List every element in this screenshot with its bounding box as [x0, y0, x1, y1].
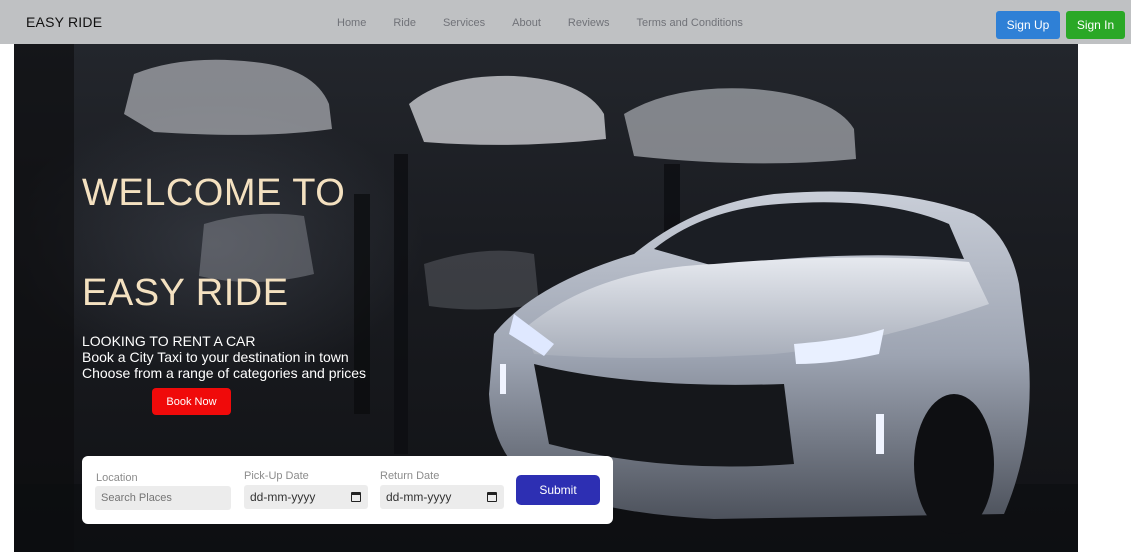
nav-link-home[interactable]: Home — [337, 17, 366, 29]
nav-link-ride[interactable]: Ride — [393, 17, 416, 29]
tagline-line: Book a City Taxi to your destination in … — [82, 349, 349, 365]
brand-logo[interactable]: EASY RIDE — [26, 14, 102, 30]
submit-button[interactable]: Submit — [516, 475, 600, 505]
hero-title-line1: WELCOME TO — [82, 172, 346, 214]
hero-tagline: LOOKING TO RENT A CAR Book a City Taxi t… — [82, 333, 366, 381]
nav-link-about[interactable]: About — [512, 17, 541, 29]
hero-banner: WELCOME TO EASY RIDE LOOKING TO RENT A C… — [14, 44, 1078, 552]
tagline-line: Choose from a range of categories and pr… — [82, 365, 367, 381]
booking-form: Location Pick-Up Date dd-mm-yyyy Return … — [82, 456, 613, 524]
sign-up-button[interactable]: Sign Up — [996, 11, 1060, 39]
return-date-input[interactable]: dd-mm-yyyy — [380, 485, 504, 509]
tagline-line: LOOKING TO RENT A CAR — [82, 333, 256, 349]
return-date-label: Return Date — [380, 470, 440, 482]
hero-title-line2: EASY RIDE — [82, 272, 289, 314]
location-label: Location — [96, 472, 138, 484]
pickup-date-value: dd-mm-yyyy — [250, 490, 316, 504]
nav-links: Home Ride Services About Reviews Terms a… — [337, 17, 770, 29]
location-input[interactable] — [95, 486, 231, 510]
nav-link-terms[interactable]: Terms and Conditions — [636, 17, 742, 29]
return-date-value: dd-mm-yyyy — [386, 490, 452, 504]
navbar: EASY RIDE Home Ride Services About Revie… — [0, 0, 1131, 44]
pickup-date-label: Pick-Up Date — [244, 470, 309, 482]
sign-in-button[interactable]: Sign In — [1066, 11, 1125, 39]
calendar-icon[interactable] — [351, 492, 361, 502]
nav-link-services[interactable]: Services — [443, 17, 485, 29]
book-now-button[interactable]: Book Now — [152, 388, 231, 415]
nav-link-reviews[interactable]: Reviews — [568, 17, 610, 29]
calendar-icon[interactable] — [487, 492, 497, 502]
pickup-date-input[interactable]: dd-mm-yyyy — [244, 485, 368, 509]
